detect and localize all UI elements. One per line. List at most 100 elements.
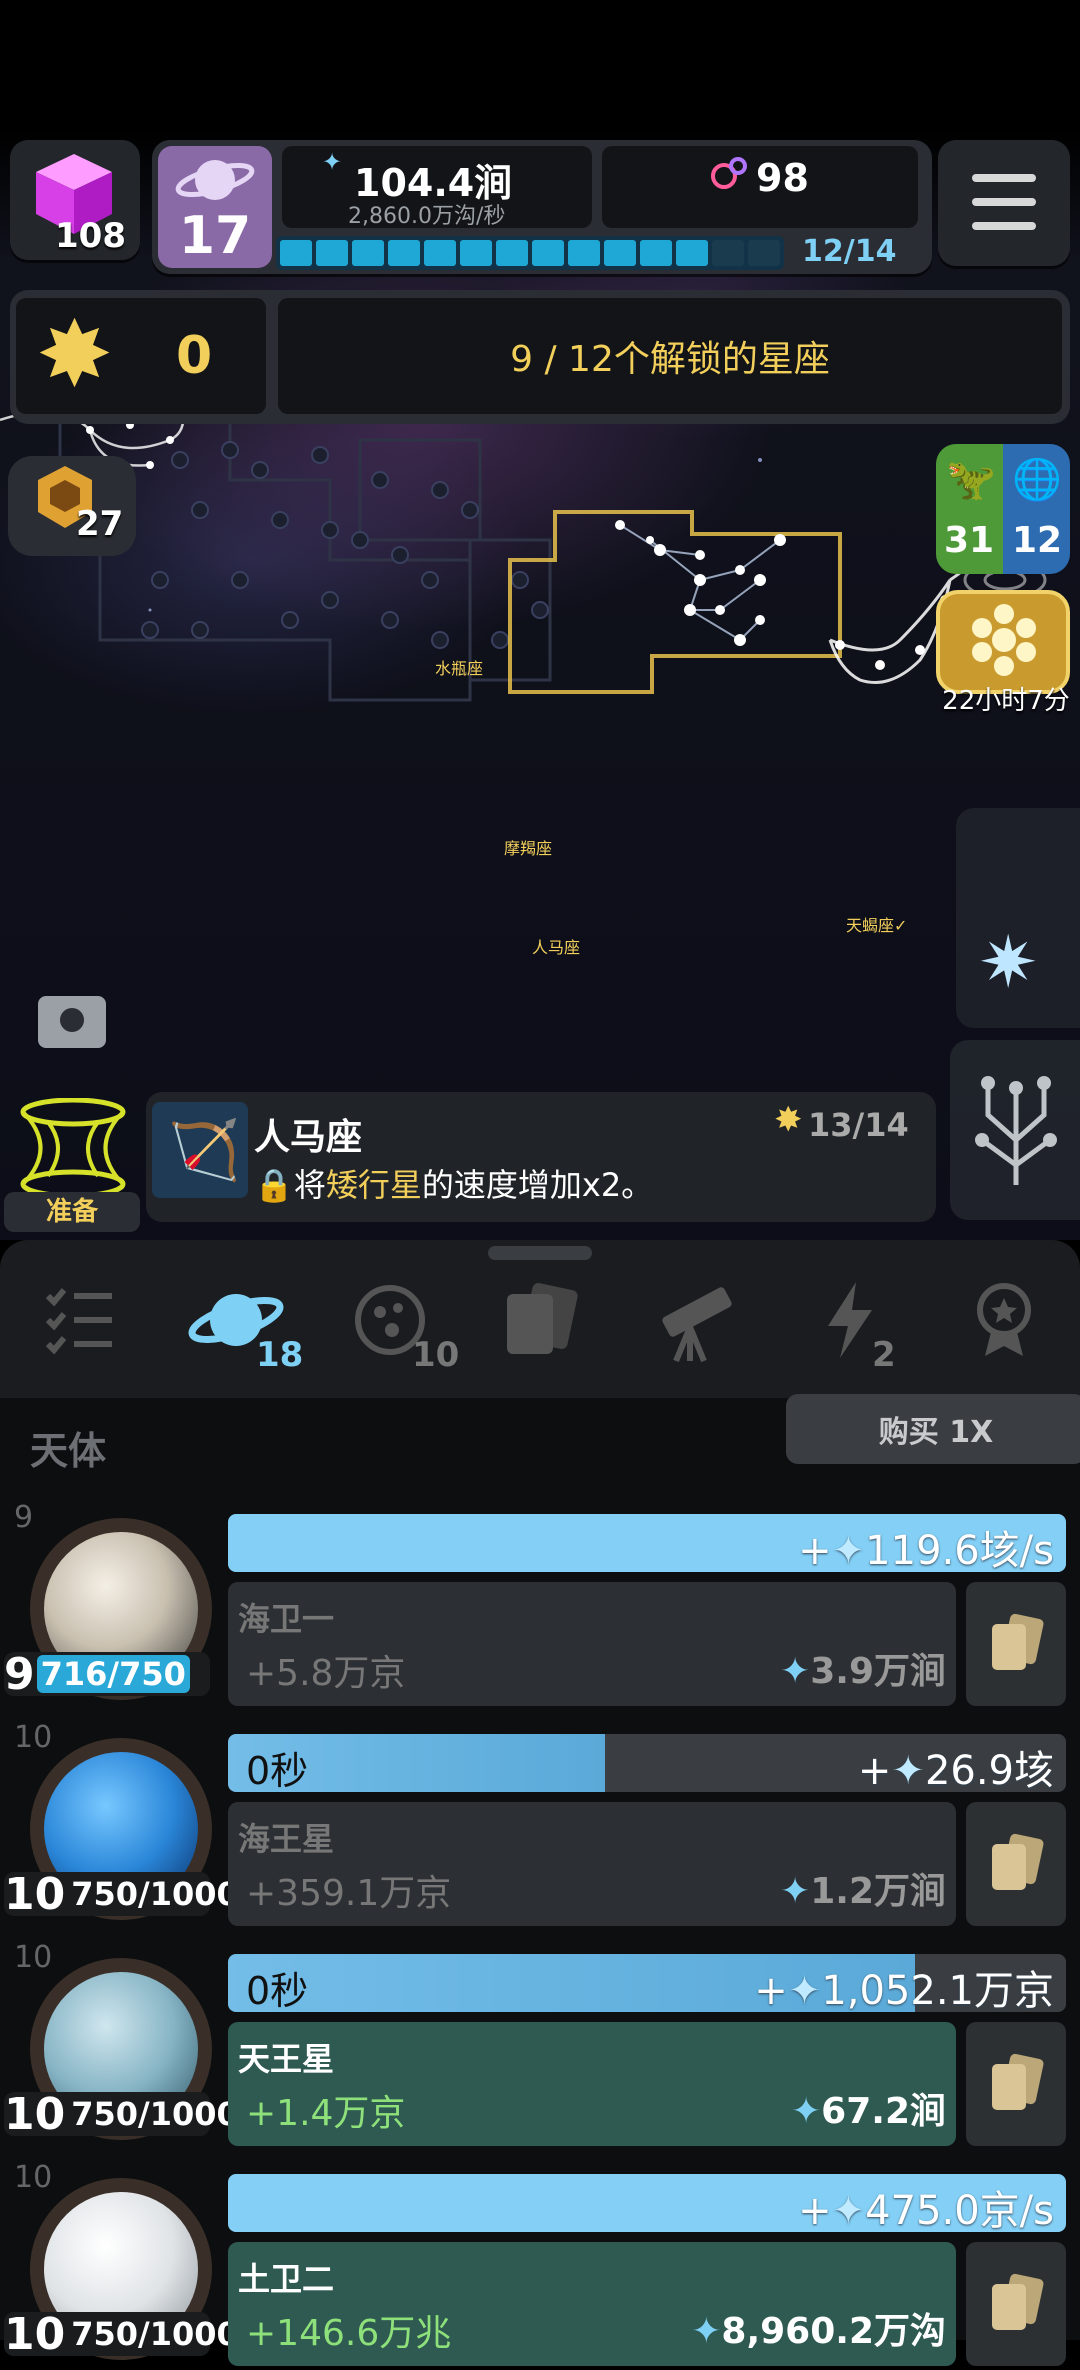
ready-label: 准备 (4, 1192, 140, 1232)
lock-icon: 🔒 (254, 1166, 294, 1204)
moons-count: 10 (412, 1335, 460, 1375)
lightning-count: 2 (872, 1335, 896, 1375)
planet-gain: +146.6万兆 (246, 2313, 452, 2354)
cards-button[interactable] (966, 2242, 1066, 2366)
progress-segment (460, 240, 492, 266)
progress-segment (424, 240, 456, 266)
cube-button[interactable]: 108 (10, 140, 140, 260)
hexagon-cluster-icon (972, 604, 1036, 676)
planet-icon (175, 160, 255, 200)
cards-icon (992, 1833, 1044, 1890)
constellation-bar: ✸ 0 9 / 12个解锁的星座 (10, 290, 1070, 424)
cards-icon (992, 2053, 1044, 2110)
tab-achievements[interactable] (944, 1265, 1064, 1375)
planet-name: 海卫一 (238, 1600, 335, 1638)
skill-tree-button[interactable] (950, 1040, 1080, 1220)
cards-tab-icon (507, 1282, 578, 1354)
molecule-count: 98 (756, 156, 809, 200)
checklist-icon (45, 1288, 112, 1355)
production-rate: +✦1,052.1万京 (754, 1968, 1054, 2012)
sparkle-icon: ✦ (691, 2311, 722, 2352)
tab-tasks[interactable] (20, 1265, 140, 1375)
level-progress-badge: 10 750/1000 (4, 2088, 239, 2140)
constellation-desc: 🔒将矮行星的速度增加x2。 (254, 1166, 654, 1204)
upgrade-cost: ✦3.9万涧 (780, 1651, 946, 1692)
planet-gain: +5.8万京 (246, 1653, 406, 1694)
tab-cards[interactable] (482, 1265, 602, 1375)
row-level: 10 (14, 1720, 53, 1755)
molecule-box[interactable]: 98 (602, 146, 918, 228)
sparkle-icon: ✦ (787, 1968, 822, 2012)
medal-icon (977, 1283, 1031, 1356)
production-rate: +✦26.9垓 (857, 1748, 1054, 1792)
cube-count: 108 (55, 216, 126, 256)
constellation-name: 人马座 (254, 1117, 363, 1158)
cards-button[interactable] (966, 2022, 1066, 2146)
sparkle-icon: ✦ (780, 1871, 811, 1912)
tab-boost[interactable]: 2 (790, 1265, 910, 1375)
row-level: 10 (14, 2160, 53, 2195)
globe-count: 12 (1012, 520, 1063, 561)
energy-rate: 2,860.0万沟/秒 (348, 204, 506, 229)
upgrade-card[interactable]: 海卫一 +5.8万京 ✦3.9万涧 (228, 1582, 956, 1706)
level-progress-badge: 10 750/1000 (4, 2308, 239, 2360)
progress-segment (676, 240, 708, 266)
life-planet-button[interactable]: 🦖 🌐 31 12 (936, 444, 1070, 574)
production-timer: 0秒 (246, 1749, 309, 1792)
planet-row: 9 9 716/750 +✦119.6垓/s 海卫一 +5.8万京 ✦3.9万涧 (0, 1500, 1080, 1710)
production-bar: +✦475.0京/s (228, 2174, 1066, 2232)
drag-handle[interactable] (488, 1246, 592, 1260)
planet-level-button[interactable]: 17 (158, 146, 272, 268)
dino-icon: 🦖 (946, 457, 996, 503)
planet-level: 17 (178, 206, 252, 266)
buy-1x-button[interactable]: 购买 1X (786, 1394, 1080, 1464)
progress-segment (388, 240, 420, 266)
hive-button[interactable] (936, 590, 1070, 694)
planet-gain: +1.4万京 (246, 2093, 406, 2134)
label-capricorn: 摩羯座 (504, 839, 553, 858)
gem-button[interactable]: 27 (8, 456, 136, 556)
label-scorpio: 天蝎座✓ (846, 916, 908, 935)
progress-segment (568, 240, 600, 266)
menu-button[interactable] (938, 140, 1070, 266)
star-small-icon: ✸ (774, 1100, 803, 1140)
cards-button[interactable] (966, 1802, 1066, 1926)
sparkle-icon: ✦ (831, 2188, 866, 2232)
upgrade-card[interactable]: 天王星 +1.4万京 ✦67.2涧 (228, 2022, 956, 2146)
upgrade-cost: ✦8,960.2万沟 (691, 2311, 946, 2352)
camera-button[interactable] (38, 996, 106, 1048)
planet-name: 土卫二 (238, 2260, 335, 2298)
planet-name: 海王星 (238, 1820, 335, 1858)
upgrade-cost: ✦67.2涧 (791, 2091, 946, 2132)
upgrade-cost: ✦1.2万涧 (780, 1871, 946, 1912)
tab-planets[interactable]: 18 (176, 1265, 303, 1375)
cards-button[interactable] (966, 1582, 1066, 1706)
globe-icon: 🌐 (1012, 457, 1062, 503)
resource-panel: 17 ✦ 104.4涧 2,860.0万沟/秒 98 12/14 (152, 140, 932, 274)
energy-box: ✦ 104.4涧 2,860.0万沟/秒 (282, 146, 592, 229)
gem-count: 27 (76, 504, 124, 544)
planet-name: 天王星 (238, 2040, 335, 2078)
sparkle-icon: ✦ (322, 148, 343, 176)
unlock-text: 9 / 12个解锁的星座 (278, 298, 1062, 414)
sparkle-icon: ✦ (791, 2091, 822, 2132)
star-box: ✸ 0 (16, 298, 266, 414)
progress-segment (640, 240, 672, 266)
progress-segment (496, 240, 528, 266)
progress-segment (712, 240, 744, 266)
progress-segment (316, 240, 348, 266)
row-level: 10 (14, 1940, 53, 1975)
tab-moons[interactable]: 10 (330, 1265, 459, 1375)
production-rate: +✦119.6垓/s (798, 1528, 1054, 1572)
tab-telescope[interactable] (632, 1265, 752, 1375)
upgrade-card[interactable]: 土卫二 +146.6万兆 ✦8,960.2万沟 (228, 2242, 956, 2366)
progress-track (276, 236, 784, 270)
star-count: 0 (176, 326, 213, 386)
compass-star-icon[interactable]: ✷ (978, 920, 1038, 1004)
sparkle-icon: ✦ (891, 1748, 925, 1792)
menu-icon (972, 174, 1036, 182)
constellation-info-card: 🏹 人马座 ✸ 13/14 🔒将矮行星的速度增加x2。 (146, 1092, 936, 1222)
upgrade-card[interactable]: 海王星 +359.1万京 ✦1.2万涧 (228, 1802, 956, 1926)
lightning-icon (828, 1282, 872, 1358)
planet-row: 10 10 750/1000 0秒 +✦26.9垓 海王星 +359.1万京 ✦… (0, 1720, 1080, 1930)
